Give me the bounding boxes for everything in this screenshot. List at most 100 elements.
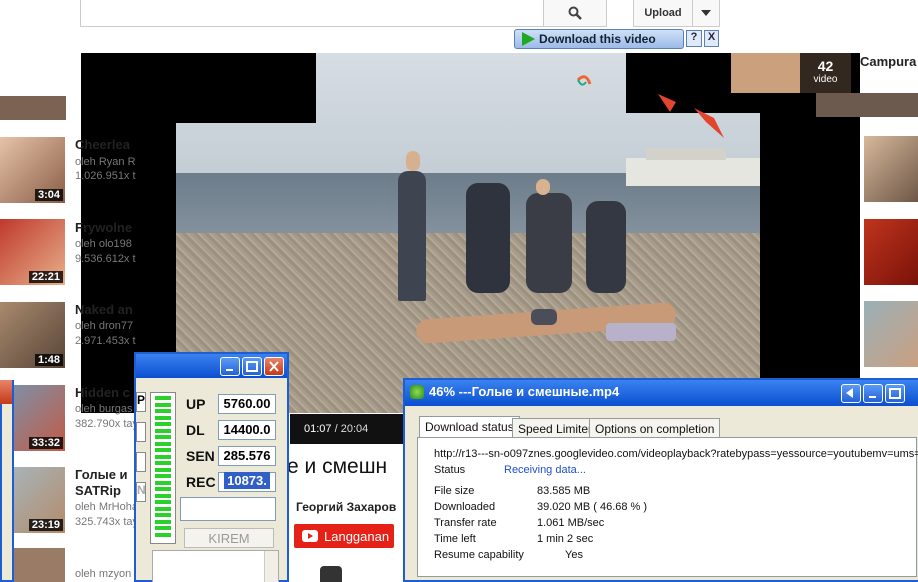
list-item-author: oleh burgas	[75, 403, 133, 415]
search-icon	[568, 6, 582, 20]
side-button[interactable]	[136, 452, 146, 472]
duration-badge: 1:48	[34, 354, 63, 366]
bandwidth-meter-window: P N UP 5760.00 DL 14400.0 SEN 285.576 RE…	[134, 352, 289, 582]
duration-badge: 23:19	[28, 519, 63, 531]
minimize-icon	[226, 369, 233, 371]
transfer-rate-label: Transfer rate	[434, 517, 497, 529]
status-label: Status	[434, 464, 466, 476]
kirem-button[interactable]: KIREM	[184, 528, 274, 548]
meter-bar-segment	[155, 402, 171, 407]
search-input[interactable]	[80, 0, 544, 27]
meter-bar-segment	[155, 409, 171, 413]
right-thumbnail-partial[interactable]	[816, 93, 918, 117]
maximize-button[interactable]	[885, 384, 905, 403]
meter-bar-segment	[155, 461, 171, 465]
arrow-icon	[846, 388, 853, 398]
log-textarea[interactable]	[152, 550, 279, 582]
search-button[interactable]	[543, 0, 607, 27]
value-rec-field[interactable]: 10873.	[218, 472, 276, 492]
maximize-icon	[246, 361, 258, 372]
bandwidth-level-meter	[150, 392, 176, 544]
meter-bar-segment	[155, 396, 171, 400]
meter-bar-segment	[155, 428, 171, 433]
list-item-title-line2[interactable]: SATRip	[75, 483, 121, 498]
transfer-rate-value: 1.061 MB/sec	[537, 517, 605, 529]
minimize-button[interactable]	[220, 357, 240, 376]
list-item-thumbnail-partial[interactable]	[0, 96, 66, 120]
tab-speed-limiter[interactable]: Speed Limiter	[512, 418, 599, 438]
list-item-title[interactable]: Frywolne	[75, 220, 132, 235]
download-video-label: Download this video	[539, 32, 656, 46]
meter-bar-segment	[155, 435, 171, 439]
list-item-title[interactable]: Cheerlea	[75, 137, 130, 152]
side-button[interactable]	[136, 422, 146, 442]
download-video-button[interactable]: Download this video	[514, 29, 684, 49]
background-window-partial	[0, 380, 14, 582]
list-item-title[interactable]: Голые и	[75, 467, 128, 482]
close-icon	[269, 361, 279, 372]
playlist-count-badge: 42 video	[800, 53, 851, 93]
meter-bar-segment	[155, 526, 171, 530]
youtube-icon	[302, 530, 318, 542]
list-item-title[interactable]: Hidden c	[75, 385, 130, 400]
label-dl: DL	[186, 422, 205, 438]
duration-badge: 3:04	[34, 189, 63, 201]
text-input[interactable]	[180, 497, 276, 521]
tab-options-on-completion[interactable]: Options on completion	[589, 418, 721, 438]
meter-bar-segment	[155, 532, 171, 537]
channel-name[interactable]: Георгий Захаров	[296, 500, 396, 514]
label-rec: REC	[186, 474, 216, 490]
minimize-button[interactable]	[863, 384, 883, 403]
value-dl[interactable]: 14400.0	[218, 420, 276, 440]
right-thumbnail[interactable]	[864, 301, 918, 367]
file-size-label: File size	[434, 485, 475, 497]
tab-download-status[interactable]: Download status	[419, 416, 520, 438]
downloaded-label: Downloaded	[434, 501, 496, 513]
meter-bar-segment	[155, 506, 171, 511]
meter-bar-segment	[155, 487, 171, 491]
list-item-title[interactable]: Naked an	[75, 302, 133, 317]
right-thumbnail[interactable]	[864, 219, 918, 285]
duration-badge: 33:32	[28, 437, 63, 449]
upload-button[interactable]: Upload	[633, 0, 693, 27]
list-item-views: 325.743x tay	[75, 516, 138, 528]
meter-bar-segment	[155, 480, 171, 485]
download-url: http://r13---sn-o097znes.googlevideo.com…	[434, 448, 918, 460]
duration-badge: 22:21	[28, 271, 63, 283]
download-help-button[interactable]: ?	[686, 30, 702, 47]
meter-bar-segment	[155, 500, 171, 504]
meter-bar-segment	[155, 493, 171, 498]
time-separator: /	[331, 423, 341, 435]
download-status-window: 46% ---Голые и смешные.mp4 Download stat…	[403, 378, 918, 582]
list-item-thumbnail[interactable]: 33:32	[14, 385, 66, 451]
list-item-thumbnail[interactable]: 22:21	[0, 219, 66, 285]
list-item-views: 2.971.453x t	[75, 335, 136, 347]
scrollbar[interactable]	[264, 551, 278, 582]
list-item-thumbnail[interactable]: 3:04	[0, 137, 66, 203]
list-item-views: 9.536.612x t	[75, 253, 136, 265]
window-titlebar[interactable]	[136, 354, 287, 378]
background-window-close-button[interactable]	[0, 380, 12, 404]
close-button[interactable]	[264, 357, 284, 376]
list-item-thumbnail[interactable]	[14, 548, 66, 582]
value-up[interactable]: 5760.00	[218, 394, 276, 414]
hide-button[interactable]	[841, 384, 861, 403]
list-item-author: oleh MrHoha	[75, 501, 138, 513]
download-close-button[interactable]: X	[704, 30, 719, 47]
side-button-p[interactable]: P	[136, 392, 146, 412]
value-rec: 10873.	[224, 472, 270, 489]
meter-bar-segment	[155, 474, 171, 478]
playlist-title[interactable]: Campura	[860, 54, 916, 69]
time-current: 01:07	[304, 423, 332, 435]
value-sen[interactable]: 285.576	[218, 446, 276, 466]
playlist-unit: video	[813, 74, 838, 85]
side-button-n[interactable]: N	[136, 482, 146, 502]
time-left-label: Time left	[434, 533, 476, 545]
list-item-thumbnail[interactable]: 1:48	[0, 302, 66, 368]
right-thumbnail[interactable]	[864, 136, 918, 202]
list-item-thumbnail[interactable]: 23:19	[14, 467, 66, 533]
maximize-button[interactable]	[242, 357, 262, 376]
upload-menu-button[interactable]	[692, 0, 720, 27]
subscribe-label: Langganan	[324, 528, 390, 544]
subscribe-button[interactable]: Langganan	[294, 524, 394, 548]
